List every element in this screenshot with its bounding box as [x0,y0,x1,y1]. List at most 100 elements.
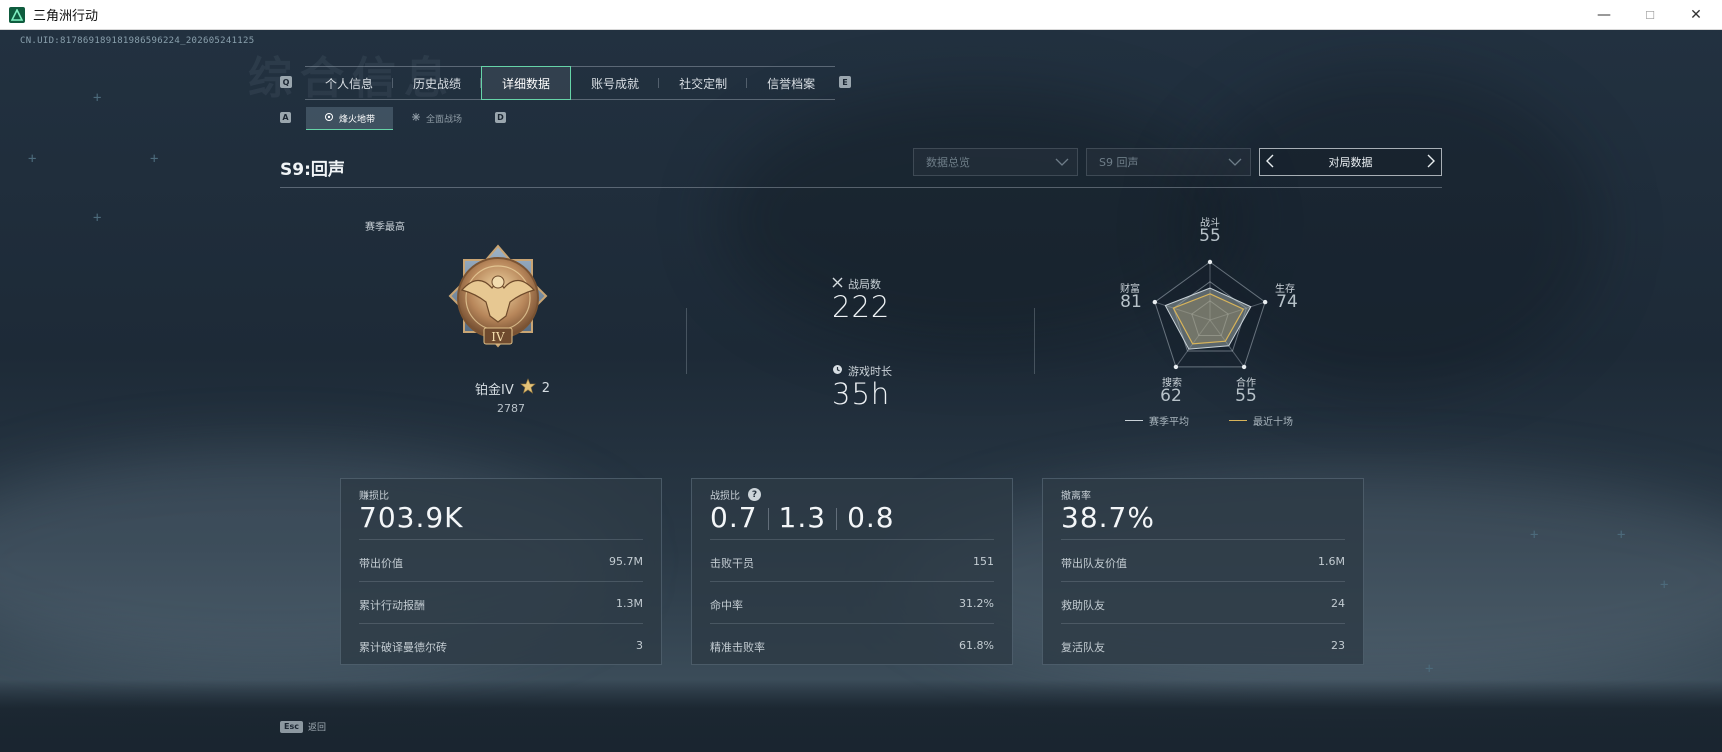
divider [767,508,769,530]
rank-stars: 2 [541,380,551,396]
stat-value: 1.6M [1318,555,1345,568]
window-title: 三角洲行动 [33,9,99,24]
radar-value-combat: 55 [1199,226,1221,246]
card-title: 撤离率 [1061,491,1091,502]
radar-value-search: 62 [1160,386,1182,406]
card-title-row: 战损比 ? [710,487,761,502]
divider [710,539,994,540]
window-title-bar: 三角洲行动 — ☐ ✕ [0,0,1722,30]
stat-row: 精准击败率 61.8% [710,639,994,655]
stat-row: 击败干员 151 [710,555,994,571]
tab-personal-info[interactable]: 个人信息 [305,67,394,99]
stat-row: 命中率 31.2% [710,597,994,613]
season-title: S9:回声 [280,160,345,180]
maximize-button[interactable]: ☐ [1627,0,1673,30]
divider [1034,308,1035,374]
divider [1061,581,1345,582]
legend-line-icon [1229,420,1247,421]
subtab-warfare[interactable]: 全面战场 [393,107,480,129]
stat-row: 复活队友 23 [1061,639,1345,655]
crossed-swords-icon [832,277,843,291]
kd-values: 0.7 1.3 0.8 [710,501,895,534]
radar-axis-dot [1173,364,1179,370]
subtab-next-key-hint[interactable]: D [495,112,506,123]
grid-mark-icon: + [28,151,37,167]
kd-value: 0.8 [847,501,895,534]
legend-label: 赛季平均 [1149,417,1189,428]
tab-credit-record[interactable]: 信誉档案 [747,67,835,99]
radar-value-survival: 74 [1276,292,1298,312]
minimize-button[interactable]: — [1581,0,1627,30]
tab-next-key-hint[interactable]: E [839,76,851,88]
stat-value: 24 [1331,597,1345,610]
tab-social[interactable]: 社交定制 [659,67,748,99]
grid-mark-icon: + [1530,527,1539,543]
stat-value: 61.8% [959,639,994,652]
kd-value: 0.7 [710,501,758,534]
chevron-down-icon [1055,156,1069,169]
medal-numeral: IV [491,330,505,344]
tab-detailed-data[interactable]: 详细数据 [481,66,572,100]
stat-row: 带出价值 95.7M [359,555,643,571]
data-overview-dropdown[interactable]: 数据总览 [913,148,1078,176]
divider [836,508,838,530]
hazard-zone-icon [324,112,334,125]
radar-axis-dot [1207,259,1213,265]
card-title: 战损比 [710,491,740,502]
chevron-down-icon [1228,156,1242,169]
grid-mark-icon: + [150,151,159,167]
back-label: 返回 [307,723,326,733]
stat-value: 95.7M [609,555,643,568]
rank-name-row: 铂金IV 2 [475,378,550,398]
subtab-hazard-zone[interactable]: 烽火地带 [306,107,394,130]
stat-label: 带出队友价值 [1061,557,1127,570]
main-tab-bar: 个人信息 历史战绩 详细数据 账号成就 社交定制 信誉档案 [305,66,836,100]
player-uid: CN.UID:817869189181986596224_20260524112… [20,36,255,46]
rank-score: 2787 [497,402,525,415]
grid-mark-icon: + [1617,527,1626,543]
divider [710,623,994,624]
divider [710,581,994,582]
profit-card: 赚损比 703.9K 带出价值 95.7M 累计行动报酬 1.3M 累计破译曼德… [340,478,662,665]
tab-match-history[interactable]: 历史战绩 [393,67,482,99]
grid-mark-icon: + [93,90,102,106]
chevron-left-icon[interactable] [1266,154,1274,171]
star-icon [519,378,536,398]
stat-value: 1.3M [616,597,643,610]
matches-value: 222 [832,290,891,324]
stat-label: 累计行动报酬 [359,599,425,612]
divider [280,187,1442,188]
stat-row: 救助队友 24 [1061,597,1345,613]
legend-label: 最近十场 [1253,417,1293,428]
help-icon[interactable]: ? [748,488,761,501]
combat-card: 战损比 ? 0.7 1.3 0.8 击败干员 151 命中率 31.2% 精准击败率… [691,478,1013,665]
stat-value: 151 [973,555,994,568]
subtab-prev-key-hint[interactable]: A [280,112,291,123]
stat-label: 复活队友 [1061,641,1105,654]
warfare-icon [411,112,421,125]
radar-axis-dot [1262,299,1268,305]
grid-mark-icon: + [1425,661,1434,677]
tab-prev-key-hint[interactable]: Q [280,76,292,88]
stat-value: 31.2% [959,597,994,610]
match-data-button[interactable]: 对局数据 [1259,148,1442,176]
radar-axis-dot [1152,299,1158,305]
clock-icon [832,364,843,378]
stat-label: 救助队友 [1061,599,1105,612]
close-button[interactable]: ✕ [1673,0,1719,30]
stat-row: 累计破译曼德尔砖 3 [359,639,643,655]
app-logo-icon [9,6,25,23]
divider [1061,539,1345,540]
game-area: + + + + + + + + CN.UID:81786918918198659… [0,30,1722,752]
stat-value: 23 [1331,639,1345,652]
tab-achievements[interactable]: 账号成就 [571,67,660,99]
back-button[interactable]: Esc 返回 [280,720,326,733]
divider [359,581,643,582]
stat-label: 带出价值 [359,557,403,570]
chevron-right-icon[interactable] [1427,154,1435,171]
season-dropdown[interactable]: S9 回声 [1086,148,1251,176]
stat-label: 命中率 [710,599,743,612]
grid-mark-icon: + [93,210,102,226]
radar-value-cooperation: 55 [1235,386,1257,406]
radar-value-wealth: 81 [1120,292,1142,312]
